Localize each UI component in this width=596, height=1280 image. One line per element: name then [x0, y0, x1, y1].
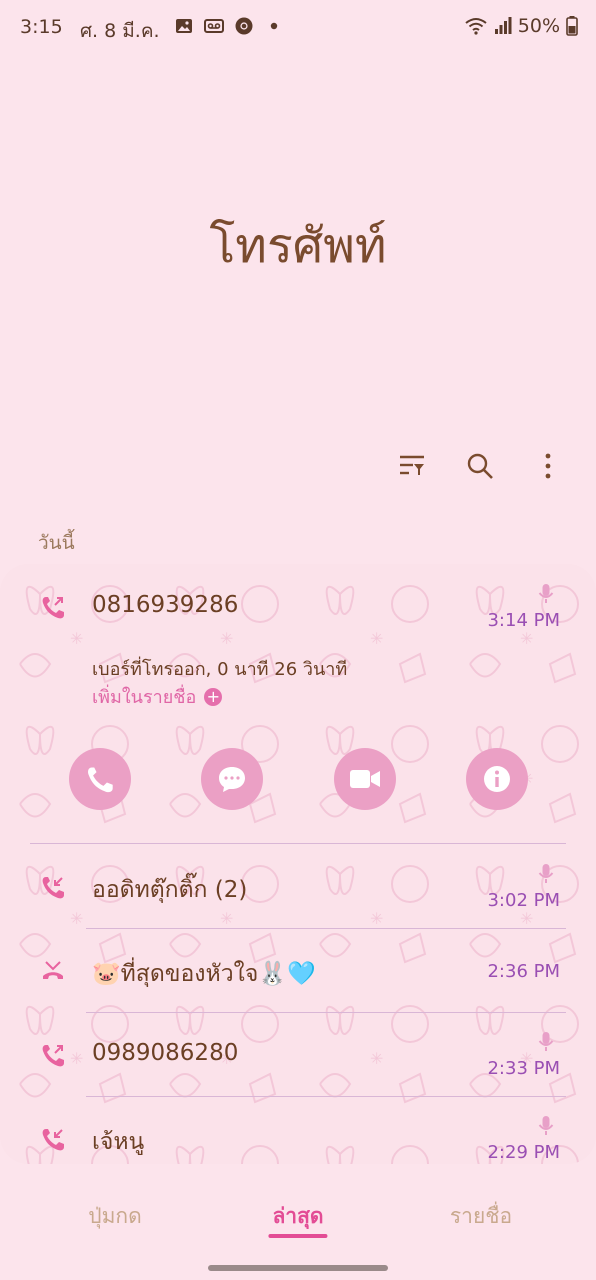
filter-button[interactable] — [394, 448, 430, 484]
image-icon — [176, 19, 192, 33]
toolbar — [394, 448, 566, 484]
outgoing-call-icon — [42, 1045, 64, 1067]
bottom-navigation: ปุ่มกด ล่าสุด รายชื่อ — [0, 1180, 596, 1250]
tab-keypad[interactable]: ปุ่มกด — [88, 1200, 142, 1233]
call-time: 2:29 PM — [487, 1142, 560, 1163]
page-title: โทรศัพท์ — [209, 218, 387, 274]
call-time: 2:33 PM — [487, 1058, 560, 1079]
call-actions — [0, 748, 596, 812]
call-icon — [88, 767, 113, 793]
call-name: เจ้หนู — [92, 1129, 145, 1155]
video-call-button[interactable] — [334, 748, 396, 810]
battery-icon — [566, 16, 578, 36]
more-options-button[interactable] — [530, 448, 566, 484]
call-name: ออดิทตุ๊กติ๊ก (2) — [92, 877, 248, 903]
active-tab-indicator — [268, 1234, 328, 1238]
info-button[interactable] — [466, 748, 528, 810]
call-name: 0816939286 — [92, 592, 239, 618]
add-to-contacts-label: เพิ่มในรายชื่อ — [92, 687, 197, 708]
call-name: 0989086280 — [92, 1040, 239, 1066]
add-to-contacts-link[interactable]: เพิ่มในรายชื่อ + — [92, 682, 223, 711]
battery-percent: 50% — [517, 15, 560, 37]
call-time: 2:36 PM — [487, 961, 560, 982]
incoming-call-icon — [42, 1129, 64, 1151]
tab-contacts[interactable]: รายชื่อ — [450, 1200, 512, 1233]
dot-icon — [270, 22, 278, 30]
home-indicator[interactable] — [208, 1265, 388, 1271]
system-status: 50% — [464, 15, 578, 37]
recording-mic-icon — [538, 864, 554, 883]
call-row[interactable]: 0989086280 2:33 PM — [0, 1012, 596, 1096]
voicemail-icon — [204, 19, 224, 33]
video-call-icon — [350, 770, 380, 788]
search-icon — [467, 453, 493, 479]
call-details: เบอร์ที่โทรออก, 0 นาที 26 วินาที — [92, 659, 348, 680]
missed-call-icon — [43, 961, 63, 979]
incoming-call-icon — [42, 877, 64, 899]
status-bar: 3:15 ศ. 8 มี.ค. 50% — [0, 0, 596, 54]
more-options-icon — [545, 453, 551, 479]
call-row[interactable]: เจ้หนู 2:29 PM — [0, 1096, 596, 1164]
recording-mic-icon — [538, 584, 554, 603]
search-button[interactable] — [462, 448, 498, 484]
notification-icons — [174, 16, 284, 36]
tab-recents[interactable]: ล่าสุด — [268, 1200, 328, 1238]
info-icon — [484, 766, 510, 792]
status-date: ศ. 8 มี.ค. — [80, 20, 160, 42]
call-row-expanded[interactable]: 0816939286 3:14 PM เบอร์ที่โทรออก, 0 นาท… — [0, 564, 596, 844]
signal-icon — [494, 17, 512, 34]
chrome-icon — [235, 17, 253, 35]
section-today-label: วันนี้ — [38, 532, 75, 554]
outgoing-call-icon — [42, 597, 64, 619]
call-button[interactable] — [69, 748, 131, 810]
status-time: 3:15 — [20, 16, 63, 38]
call-row[interactable]: 🐷ที่สุดของหัวใจ🐰🩵 2:36 PM — [0, 928, 596, 1012]
wifi-icon — [465, 18, 487, 35]
call-name: 🐷ที่สุดของหัวใจ🐰🩵 — [92, 961, 316, 987]
filter-icon — [400, 455, 424, 475]
call-log-list: ✳ 0816939286 3:14 PM เบอร์ที่โทรออก, 0 น… — [0, 564, 596, 1164]
add-icon: + — [204, 687, 223, 706]
call-time: 3:14 PM — [487, 610, 560, 631]
call-time: 3:02 PM — [487, 890, 560, 911]
tab-recents-label: ล่าสุด — [272, 1204, 324, 1228]
recording-mic-icon — [538, 1032, 554, 1051]
recording-mic-icon — [538, 1116, 554, 1135]
message-icon — [219, 767, 245, 792]
message-button[interactable] — [201, 748, 263, 810]
call-row[interactable]: ออดิทตุ๊กติ๊ก (2) 3:02 PM — [0, 844, 596, 928]
